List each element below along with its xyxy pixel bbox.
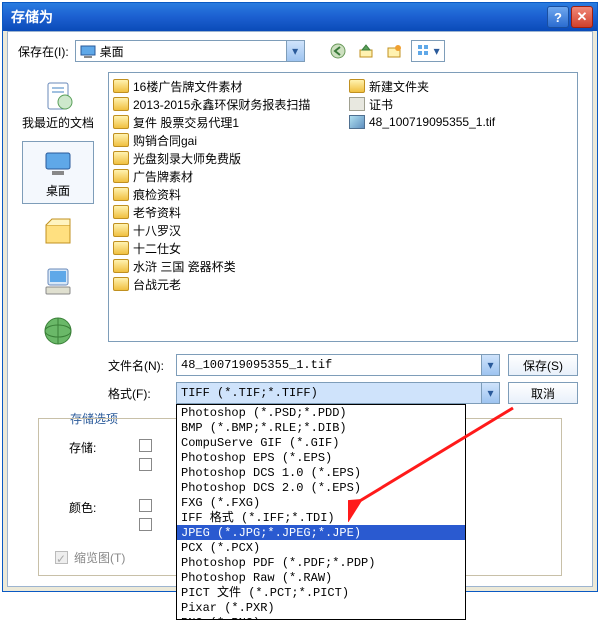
color-label: 颜色:: [69, 499, 119, 516]
desktop-icon: [80, 44, 96, 58]
dropdown-option[interactable]: BMP (*.BMP;*.RLE;*.DIB): [177, 420, 465, 435]
place-mycomputer[interactable]: [22, 260, 94, 304]
save-as-dialog: 存储为 ? ✕ 保存在(I): 桌面 ▾ ▾: [2, 2, 598, 592]
filename-label: 文件名(N):: [108, 357, 168, 374]
thumbnail-label: 缩览图(T): [74, 549, 125, 566]
filename-input[interactable]: 48_100719095355_1.tif ▾: [176, 354, 500, 376]
dropdown-option[interactable]: IFF 格式 (*.IFF;*.TDI): [177, 510, 465, 525]
save-in-label: 保存在(I):: [18, 43, 69, 60]
format-dropdown[interactable]: Photoshop (*.PSD;*.PDD)BMP (*.BMP;*.RLE;…: [176, 404, 466, 620]
folder-icon: [113, 277, 129, 291]
format-combo[interactable]: TIFF (*.TIF;*.TIFF) ▾: [176, 382, 500, 404]
chevron-down-icon: ▾: [434, 44, 440, 58]
thumbnail-checkbox: ✓: [55, 551, 68, 564]
close-button[interactable]: ✕: [571, 6, 593, 28]
folder-icon: [113, 151, 129, 165]
list-item[interactable]: 十八罗汉: [113, 221, 337, 239]
dialog-title: 存储为: [11, 7, 545, 27]
folder-icon: [113, 187, 129, 201]
folder-icon: [113, 205, 129, 219]
store-label: 存储:: [69, 439, 119, 456]
list-item[interactable]: 老爷资料: [113, 203, 337, 221]
folder-icon: [349, 79, 365, 93]
dropdown-option[interactable]: Photoshop EPS (*.EPS): [177, 450, 465, 465]
list-item[interactable]: 16楼广告牌文件素材: [113, 77, 337, 95]
up-button[interactable]: [355, 40, 377, 62]
dropdown-option[interactable]: Pixar (*.PXR): [177, 600, 465, 615]
folder-icon: [113, 79, 129, 93]
back-button[interactable]: [327, 40, 349, 62]
format-row: 格式(F): TIFF (*.TIF;*.TIFF) ▾ 取消: [108, 382, 578, 404]
list-item[interactable]: 广告牌素材: [113, 167, 337, 185]
list-item[interactable]: 十二仕女: [113, 239, 337, 257]
dropdown-option[interactable]: Photoshop (*.PSD;*.PDD): [177, 405, 465, 420]
new-folder-button[interactable]: [383, 40, 405, 62]
folder-icon: [113, 223, 129, 237]
file-icon: [349, 97, 365, 111]
list-item[interactable]: 新建文件夹: [349, 77, 573, 95]
chevron-down-icon: ▾: [481, 355, 499, 375]
folder-icon: [113, 115, 129, 129]
titlebar: 存储为 ? ✕: [3, 3, 597, 31]
list-item[interactable]: 台战元老: [113, 275, 337, 293]
list-item[interactable]: 购销合同gai: [113, 131, 337, 149]
place-desktop[interactable]: 桌面: [22, 141, 94, 204]
dropdown-option[interactable]: Photoshop PDF (*.PDF;*.PDP): [177, 555, 465, 570]
location-row: 保存在(I): 桌面 ▾ ▾: [18, 40, 582, 62]
help-button[interactable]: ?: [547, 6, 569, 28]
store-checkbox-2[interactable]: [139, 458, 152, 471]
place-recent[interactable]: 我最近的文档: [22, 74, 94, 135]
place-mydocuments[interactable]: [22, 210, 94, 254]
places-sidebar: 我最近的文档 桌面: [18, 72, 98, 386]
list-item[interactable]: 痕检资料: [113, 185, 337, 203]
list-item[interactable]: 光盘刻录大师免费版: [113, 149, 337, 167]
dropdown-option[interactable]: PICT 文件 (*.PCT;*.PICT): [177, 585, 465, 600]
list-item[interactable]: 证书: [349, 95, 573, 113]
view-menu-button[interactable]: ▾: [411, 40, 445, 62]
list-item[interactable]: 复件 股票交易代理1: [113, 113, 337, 131]
dropdown-option[interactable]: JPEG (*.JPG;*.JPEG;*.JPE): [177, 525, 465, 540]
save-button[interactable]: 保存(S): [508, 354, 578, 376]
filename-row: 文件名(N): 48_100719095355_1.tif ▾ 保存(S): [108, 354, 578, 376]
list-item[interactable]: 2013-2015永鑫环保财务报表扫描: [113, 95, 337, 113]
store-checkbox-1[interactable]: [139, 439, 152, 452]
cancel-button[interactable]: 取消: [508, 382, 578, 404]
dropdown-option[interactable]: PCX (*.PCX): [177, 540, 465, 555]
folder-icon: [113, 97, 129, 111]
image-icon: [349, 115, 365, 129]
dropdown-option[interactable]: Photoshop Raw (*.RAW): [177, 570, 465, 585]
dropdown-option[interactable]: FXG (*.FXG): [177, 495, 465, 510]
dialog-body: 保存在(I): 桌面 ▾ ▾: [7, 31, 593, 587]
location-combo[interactable]: 桌面 ▾: [75, 40, 305, 62]
chevron-down-icon: ▾: [481, 383, 499, 403]
folder-icon: [113, 133, 129, 147]
dropdown-option[interactable]: PNG (*.PNG): [177, 615, 465, 620]
list-item[interactable]: 水浒 三国 瓷器杯类: [113, 257, 337, 275]
dropdown-option[interactable]: Photoshop DCS 2.0 (*.EPS): [177, 480, 465, 495]
color-checkbox-1[interactable]: [139, 499, 152, 512]
folder-icon: [113, 169, 129, 183]
list-item[interactable]: 48_100719095355_1.tif: [349, 113, 573, 131]
folder-icon: [113, 259, 129, 273]
color-checkbox-2[interactable]: [139, 518, 152, 531]
place-network[interactable]: [22, 310, 94, 354]
location-value: 桌面: [100, 43, 124, 60]
chevron-down-icon: ▾: [286, 41, 304, 61]
dropdown-option[interactable]: Photoshop DCS 1.0 (*.EPS): [177, 465, 465, 480]
format-label: 格式(F):: [108, 385, 168, 402]
file-list[interactable]: 16楼广告牌文件素材2013-2015永鑫环保财务报表扫描复件 股票交易代理1购…: [108, 72, 578, 342]
dropdown-option[interactable]: CompuServe GIF (*.GIF): [177, 435, 465, 450]
folder-icon: [113, 241, 129, 255]
